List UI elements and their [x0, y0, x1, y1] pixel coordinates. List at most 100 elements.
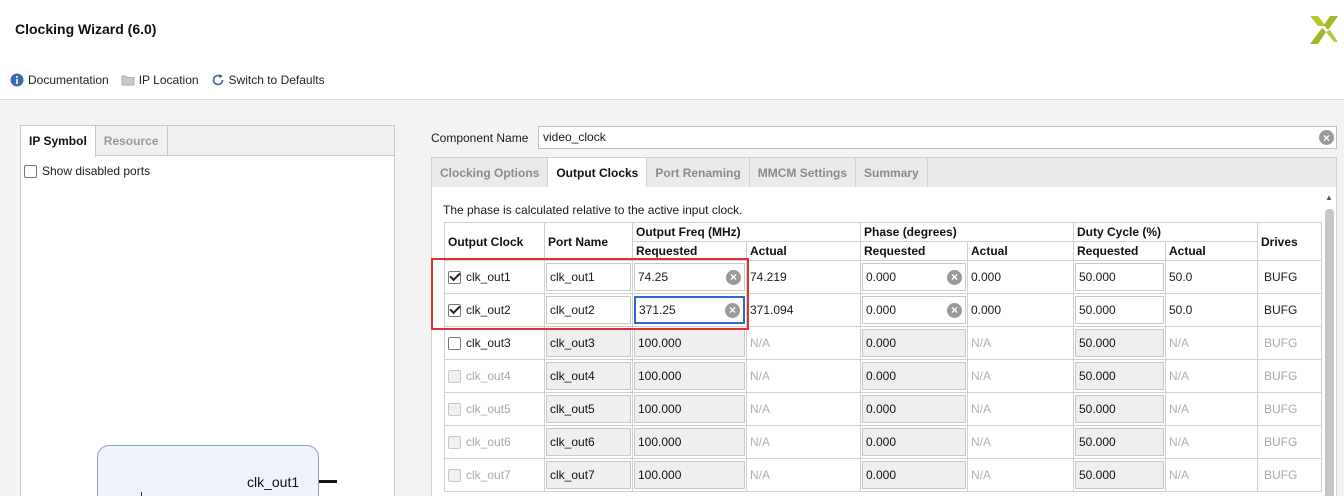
duty-actual-value: 50.0: [1169, 303, 1193, 317]
ip-port-label: clk_out1: [247, 474, 300, 490]
clk-out-checkbox: [448, 402, 461, 416]
ip-location-button[interactable]: IP Location: [121, 73, 199, 87]
freq-requested-field: 100.000: [634, 461, 745, 489]
xilinx-logo-icon: [1310, 16, 1338, 44]
phase-requested-field[interactable]: 0.000 ×: [862, 296, 966, 324]
ip-port-tick: [141, 492, 142, 496]
switch-defaults-button[interactable]: Switch to Defaults: [211, 73, 325, 87]
phase-requested-value: 0.000: [866, 303, 897, 317]
phase-actual-value: 0.000: [971, 303, 1002, 317]
table-row: clk_out4 clk_out4 100.000 N/A 0.000 N/A …: [444, 359, 1322, 393]
duty-requested-field[interactable]: 50.000: [1075, 263, 1164, 291]
duty-requested-field: 50.000: [1075, 362, 1164, 390]
component-name-label: Component Name: [431, 131, 529, 145]
phase-requested-field: 0.000: [862, 329, 966, 357]
tab-ip-symbol[interactable]: IP Symbol: [21, 126, 96, 157]
freq-requested-value: 371.25: [639, 303, 676, 317]
clk-out-checkbox[interactable]: [448, 303, 461, 317]
clear-icon[interactable]: ×: [947, 302, 962, 318]
header-duty-requested: Requested: [1073, 241, 1166, 261]
drives-value: BUFG: [1264, 435, 1298, 449]
freq-requested-field[interactable]: 74.25 ×: [634, 263, 745, 291]
table-row: clk_out5 clk_out5 100.000 N/A 0.000 N/A …: [444, 392, 1322, 426]
tab-clocking-options[interactable]: Clocking Options: [432, 158, 549, 187]
clk-out-label: clk_out1: [466, 270, 511, 284]
header-output-clock: Output Clock: [444, 222, 545, 261]
clear-icon[interactable]: ×: [1319, 130, 1334, 145]
duty-actual-value: N/A: [1169, 468, 1190, 482]
duty-requested-field: 50.000: [1075, 428, 1164, 456]
component-name-input[interactable]: video_clock: [538, 126, 1337, 149]
table-row: clk_out7 clk_out7 100.000 N/A 0.000 N/A …: [444, 458, 1322, 492]
header-phase: Phase (degrees): [860, 222, 1074, 242]
clk-out-checkbox[interactable]: [448, 270, 461, 284]
table-row: clk_out3 clk_out3 100.000 N/A 0.000 N/A …: [444, 326, 1322, 360]
port-name-field: clk_out5: [546, 395, 631, 423]
drives-value: BUFG: [1264, 303, 1298, 317]
info-icon: [10, 73, 24, 87]
config-tabs: Clocking Options Output Clocks Port Rena…: [431, 157, 1337, 189]
window-title: Clocking Wizard (6.0): [15, 21, 157, 37]
documentation-button[interactable]: Documentation: [10, 73, 109, 87]
duty-requested-field: 50.000: [1075, 395, 1164, 423]
phase-actual-value: N/A: [971, 402, 992, 416]
header-drives: Drives: [1257, 222, 1322, 261]
duty-requested-field: 50.000: [1075, 329, 1164, 357]
clear-icon[interactable]: ×: [947, 269, 962, 285]
duty-requested-field[interactable]: 50.000: [1075, 296, 1164, 324]
freq-requested-field[interactable]: 371.25 ×: [634, 296, 745, 324]
show-disabled-ports[interactable]: Show disabled ports: [24, 164, 150, 178]
duty-actual-value: N/A: [1169, 369, 1190, 383]
clk-out-label: clk_out2: [466, 303, 511, 317]
clear-icon[interactable]: ×: [726, 269, 741, 285]
tab-output-clocks[interactable]: Output Clocks: [548, 158, 648, 189]
show-disabled-label: Show disabled ports: [42, 164, 151, 178]
freq-requested-value: 74.25: [638, 270, 669, 284]
tab-port-renaming[interactable]: Port Renaming: [647, 158, 750, 187]
clk-out-checkbox: [448, 468, 461, 482]
clk-out-checkbox: [448, 435, 461, 449]
ip-port-line: [319, 480, 337, 483]
clk-out-checkbox[interactable]: [448, 336, 461, 350]
header-phase-actual: Actual: [967, 241, 1074, 261]
freq-actual-value: 74.219: [750, 270, 787, 284]
port-name-field: clk_out3: [546, 329, 631, 357]
phase-actual-value: N/A: [971, 468, 992, 482]
show-disabled-checkbox[interactable]: [24, 164, 37, 178]
tab-mmcm-settings[interactable]: MMCM Settings: [750, 158, 857, 187]
freq-requested-field: 100.000: [634, 428, 745, 456]
freq-actual-value: N/A: [750, 468, 771, 482]
phase-actual-value: 0.000: [971, 270, 1002, 284]
clk-out-label: clk_out6: [466, 435, 511, 449]
header-freq-actual: Actual: [746, 241, 861, 261]
vertical-scrollbar[interactable]: ▲: [1325, 193, 1334, 496]
header-phase-requested: Requested: [860, 241, 968, 261]
phase-requested-value: 0.000: [866, 270, 897, 284]
scroll-thumb[interactable]: [1325, 209, 1334, 496]
drives-value: BUFG: [1264, 369, 1298, 383]
header-output-freq: Output Freq (MHz): [632, 222, 861, 242]
clear-icon[interactable]: ×: [725, 302, 740, 318]
folder-icon: [121, 75, 135, 86]
phase-requested-field: 0.000: [862, 428, 966, 456]
port-name-field[interactable]: clk_out2: [546, 296, 631, 324]
tab-resource[interactable]: Resource: [96, 126, 168, 155]
freq-actual-value: N/A: [750, 336, 771, 350]
duty-actual-value: 50.0: [1169, 270, 1193, 284]
clk-out-label: clk_out3: [466, 336, 511, 350]
phase-requested-field: 0.000: [862, 362, 966, 390]
port-name-field: clk_out6: [546, 428, 631, 456]
freq-requested-field: 100.000: [634, 329, 745, 357]
drives-value: BUFG: [1264, 402, 1298, 416]
clk-out-label: clk_out7: [466, 468, 511, 482]
drives-value: BUFG: [1264, 336, 1298, 350]
clk-out-label: clk_out4: [466, 369, 511, 383]
tab-summary[interactable]: Summary: [856, 158, 928, 187]
duty-actual-value: N/A: [1169, 336, 1190, 350]
port-name-field[interactable]: clk_out1: [546, 263, 631, 291]
header-duty-actual: Actual: [1165, 241, 1258, 261]
scroll-up-icon[interactable]: ▲: [1325, 193, 1333, 202]
freq-actual-value: 371.094: [750, 303, 794, 317]
phase-requested-field[interactable]: 0.000 ×: [862, 263, 966, 291]
documentation-label: Documentation: [28, 73, 109, 87]
